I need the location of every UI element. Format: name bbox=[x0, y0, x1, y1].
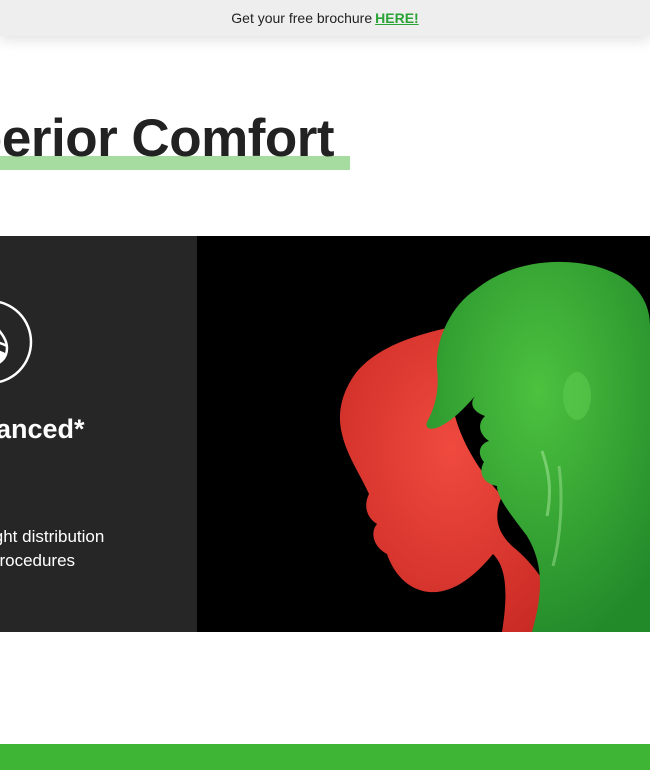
feature-panel: anced* ight distribution procedures bbox=[0, 236, 650, 632]
balance-drop-icon bbox=[0, 299, 33, 385]
feature-desc-line-1: ight distribution bbox=[0, 527, 105, 546]
feature-desc-line-2: procedures bbox=[0, 551, 76, 570]
page-title: perior Comfort bbox=[0, 109, 335, 168]
section-heading: perior Comfort bbox=[0, 108, 350, 170]
footer-accent-bar bbox=[0, 744, 650, 770]
brochure-link[interactable]: HERE! bbox=[375, 10, 419, 26]
promo-text: Get your free brochure bbox=[231, 10, 373, 26]
feature-title: anced* bbox=[0, 414, 85, 444]
promo-bar: Get your free brochure HERE! bbox=[0, 0, 650, 36]
feature-card: anced* ight distribution procedures bbox=[0, 236, 197, 632]
head-silhouettes-illustration bbox=[197, 236, 650, 632]
feature-description: ight distribution procedures bbox=[0, 525, 104, 573]
